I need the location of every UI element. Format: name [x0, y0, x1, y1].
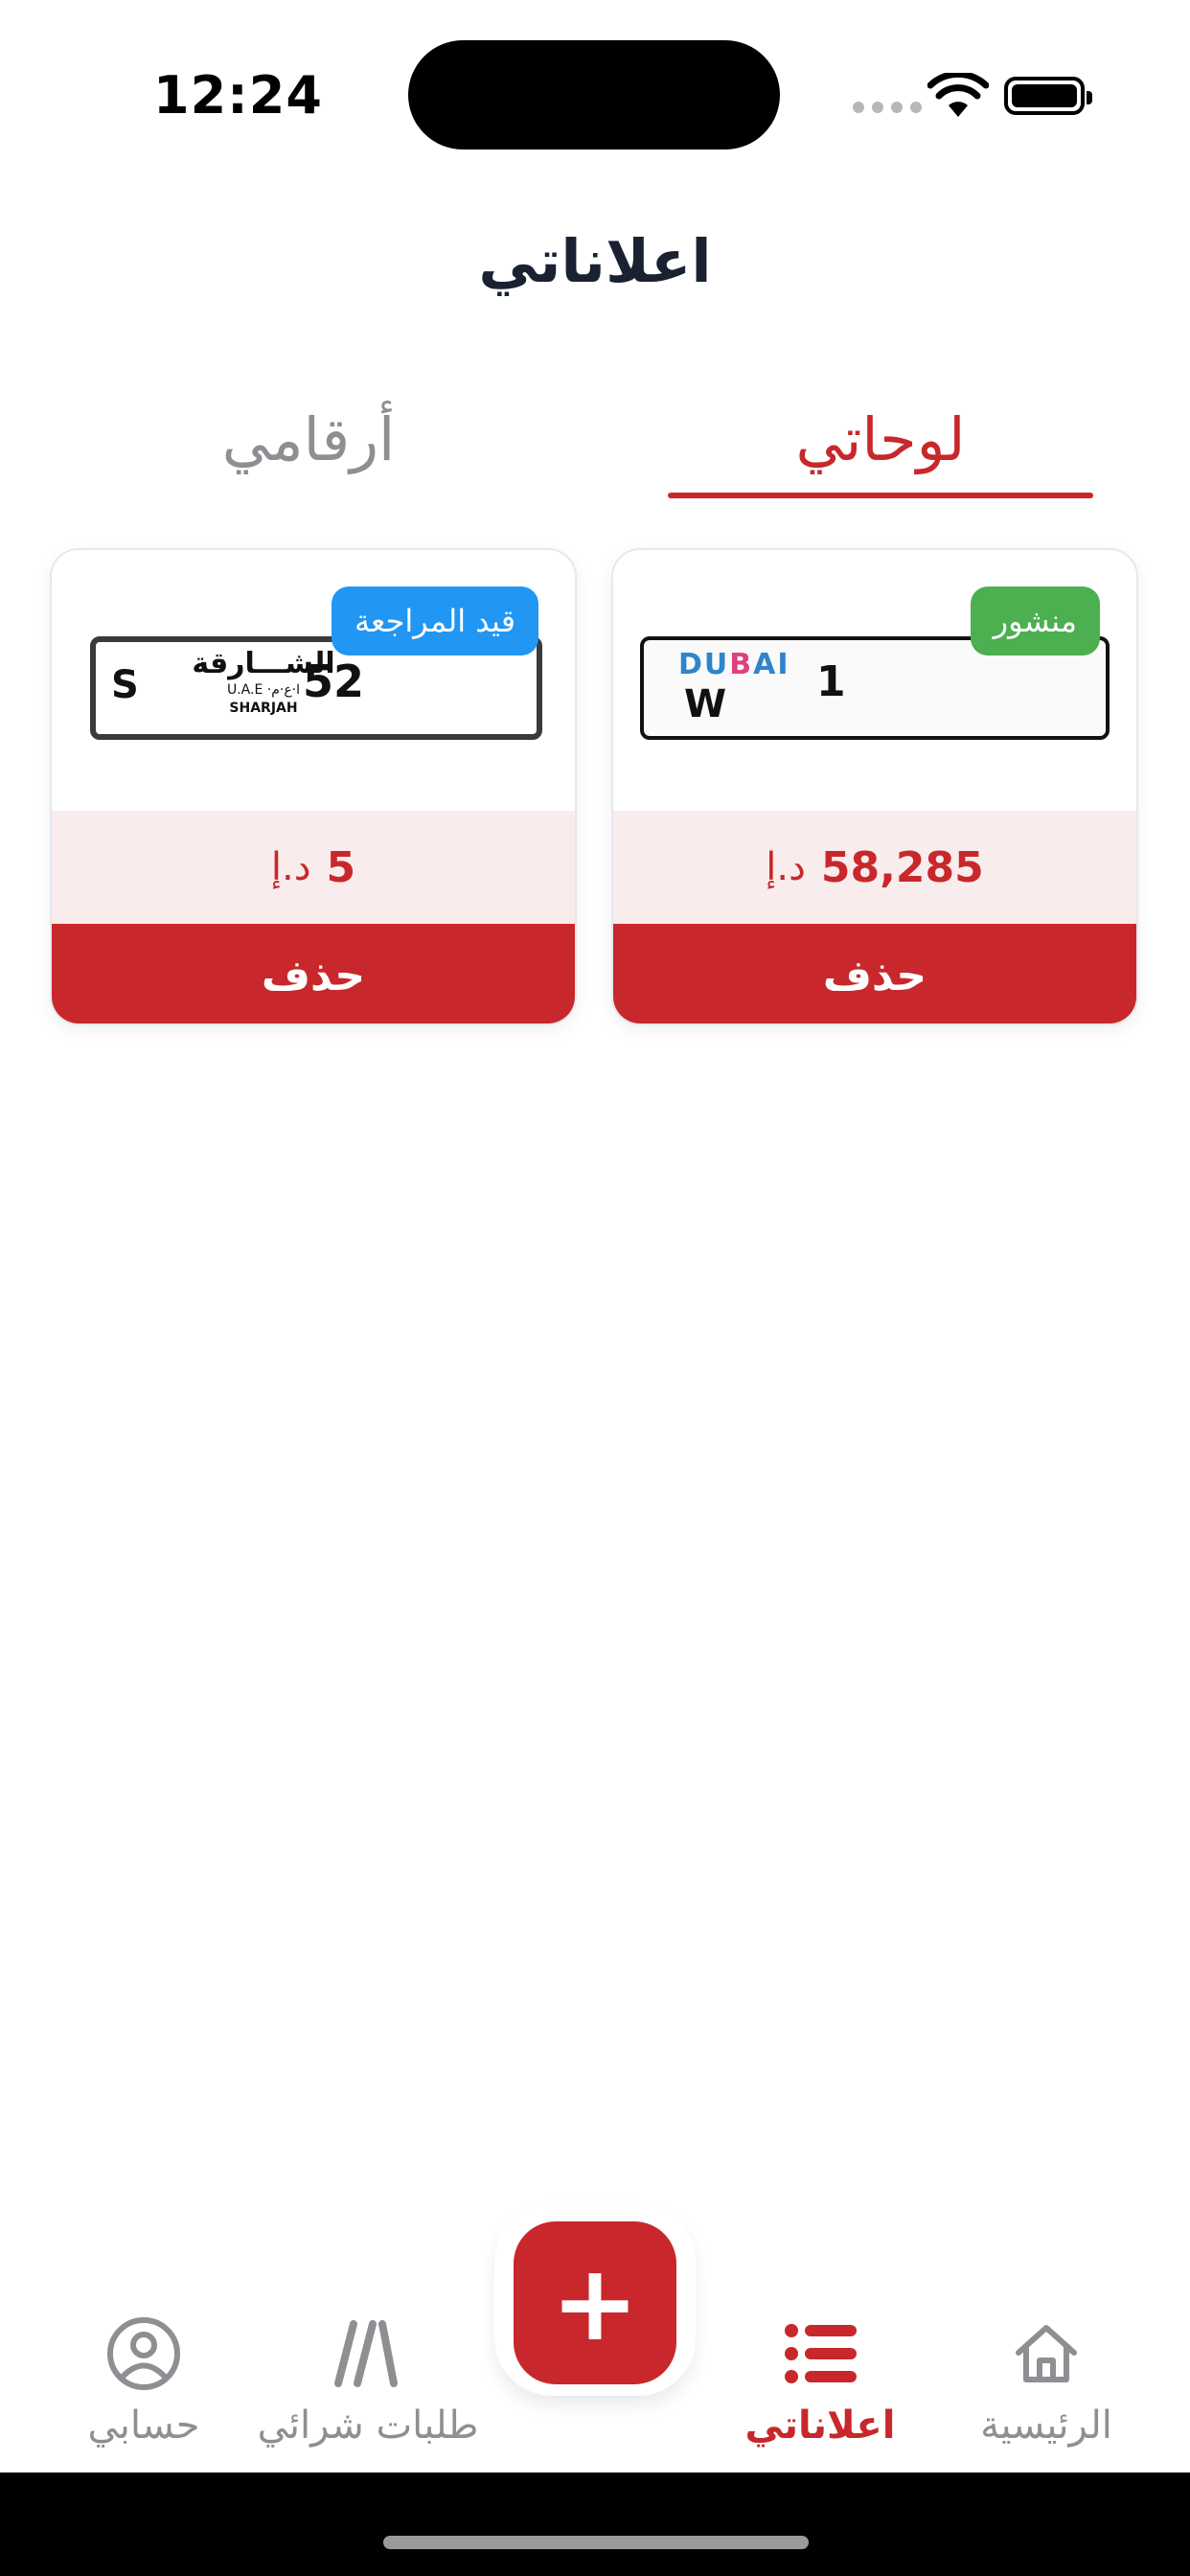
plate-code: S	[111, 663, 139, 707]
price-currency: د.إ	[270, 845, 311, 889]
system-bottom-area	[0, 2472, 1190, 2576]
home-icon	[1008, 2315, 1085, 2392]
price-currency: د.إ	[766, 845, 806, 889]
tab-my-plates[interactable]: لوحاتي	[668, 380, 1093, 498]
nav-item-purchase-requests[interactable]: طلبات شرائي	[258, 2315, 478, 2448]
nav-item-my-ads[interactable]: اعلاناتي	[715, 2315, 926, 2448]
price-row: د.إ 5	[52, 811, 575, 924]
plate-code: W	[684, 682, 727, 726]
nav-item-account[interactable]: حسابي	[38, 2315, 249, 2448]
dynamic-island	[408, 40, 780, 150]
slashes-icon	[330, 2315, 406, 2392]
price-value: 58,285	[820, 842, 984, 892]
page-title: اعلاناتي	[478, 226, 712, 296]
status-badge: قيد المراجعة	[332, 586, 538, 656]
wifi-icon	[927, 73, 989, 117]
delete-button[interactable]: حذف	[613, 924, 1136, 1024]
plate-number: 1	[816, 657, 846, 706]
nav-item-home[interactable]: الرئيسية	[941, 2315, 1152, 2448]
battery-icon	[1004, 77, 1092, 115]
listing-card[interactable]: S الشـــارقة U.A.E ·ا·ع·م SHARJAH 52 قيد…	[50, 548, 577, 1025]
cellular-signal-icon	[853, 102, 922, 113]
nav-label: الرئيسية	[980, 2404, 1112, 2448]
tab-label: لوحاتي	[795, 403, 966, 474]
plus-icon: +	[550, 2242, 640, 2364]
dubai-logo: DUBAI	[678, 648, 790, 681]
delete-button[interactable]: حذف	[52, 924, 575, 1024]
active-tab-indicator	[668, 493, 1093, 498]
nav-label: حسابي	[87, 2404, 200, 2448]
home-indicator[interactable]	[383, 2536, 809, 2549]
status-badge: منشور	[970, 586, 1100, 656]
plate-area: DUBAI W 1 منشور	[613, 550, 1136, 811]
listing-tabs: لوحاتي أرقامي	[0, 380, 1190, 504]
add-listing-button[interactable]: +	[514, 2221, 676, 2384]
plate-area: S الشـــارقة U.A.E ·ا·ع·م SHARJAH 52 قيد…	[52, 550, 575, 811]
tab-label: أرقامي	[221, 403, 396, 474]
nav-label: اعلاناتي	[744, 2404, 896, 2448]
price-value: 5	[326, 842, 356, 892]
tab-my-numbers[interactable]: أرقامي	[96, 380, 521, 498]
status-time: 12:24	[153, 65, 323, 126]
user-circle-icon	[105, 2315, 182, 2392]
list-icon	[782, 2315, 858, 2392]
plate-number: 52	[303, 656, 365, 707]
listing-card[interactable]: DUBAI W 1 منشور د.إ 58,285 حذف	[611, 548, 1138, 1025]
price-row: د.إ 58,285	[613, 811, 1136, 924]
status-bar: 12:24	[0, 0, 1190, 182]
nav-label: طلبات شرائي	[257, 2404, 479, 2448]
